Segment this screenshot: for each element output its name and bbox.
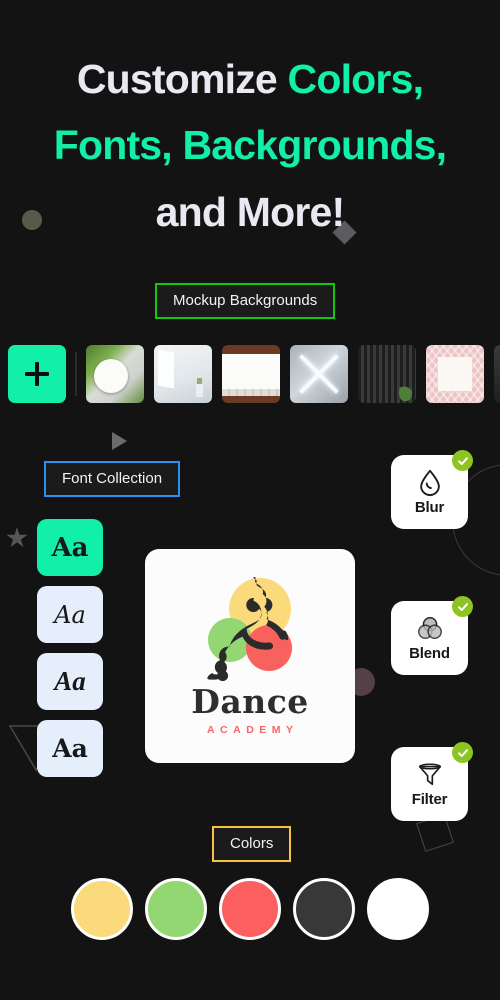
- logo-subtitle: ACADEMY: [206, 724, 299, 736]
- blur-check-badge: [452, 450, 473, 471]
- headline-word-and: and: [155, 188, 237, 235]
- selection-handle-bottom-left[interactable]: [39, 493, 48, 502]
- feature-card-list: Blur Blend Filter: [391, 450, 473, 821]
- selection-handle-top-right[interactable]: [331, 278, 340, 287]
- white-room-thumbnail[interactable]: [154, 345, 212, 403]
- font-collection-label: Font Collection: [44, 461, 181, 497]
- blend-check-badge: [452, 596, 473, 617]
- blend-feature-card[interactable]: Blend: [391, 596, 473, 675]
- three-circles-icon: [417, 616, 442, 640]
- headline-word-more: More!: [236, 188, 345, 235]
- font-collection-selection[interactable]: Font Collection: [44, 461, 181, 497]
- selection-handle-top-right[interactable]: [287, 821, 296, 830]
- font-card-2[interactable]: Aa: [37, 586, 103, 643]
- light-panel-thumbnail[interactable]: [290, 345, 348, 403]
- selection-handle-bottom-right[interactable]: [331, 315, 340, 324]
- headline-line-3: and More!: [0, 179, 500, 245]
- headline-line-1: Customize Colors,: [0, 46, 500, 112]
- headline-word-customize: Customize: [76, 56, 288, 102]
- font-card-1[interactable]: Aa: [37, 519, 103, 576]
- font-sample-label: Aa: [51, 532, 89, 563]
- swatch-red[interactable]: [219, 878, 281, 940]
- funnel-icon: [418, 763, 441, 786]
- droplet-icon: [419, 469, 440, 496]
- selection-handle-bottom-left[interactable]: [207, 858, 216, 867]
- plate-leaves-thumbnail[interactable]: [86, 345, 144, 403]
- blur-feature-card[interactable]: Blur: [391, 450, 473, 529]
- decorative-star-icon: [6, 527, 28, 548]
- dancer-logo-artwork: [207, 576, 292, 681]
- decorative-play-triangle-icon: [112, 432, 127, 450]
- selection-handle-bottom-right[interactable]: [176, 493, 185, 502]
- font-sample-label: Aa: [54, 600, 86, 629]
- font-sample-label: Aa: [54, 666, 86, 696]
- swatch-white[interactable]: [367, 878, 429, 940]
- dark-wall-thumbnail[interactable]: [494, 345, 500, 403]
- blur-feature-label: Blur: [414, 499, 445, 516]
- swatch-green[interactable]: [145, 878, 207, 940]
- font-sample-label: Aa: [52, 734, 88, 763]
- selection-handle-top-left[interactable]: [150, 278, 159, 287]
- font-sample-list: Aa Aa Aa Aa: [37, 519, 103, 777]
- colors-selection[interactable]: Colors: [212, 826, 292, 862]
- logo-preview-card[interactable]: Dance ACADEMY: [145, 549, 355, 763]
- font-card-3[interactable]: Aa: [37, 653, 103, 710]
- color-swatch-list: [0, 878, 500, 940]
- colors-label: Colors: [212, 826, 292, 862]
- mockup-backgrounds-label: Mockup Backgrounds: [155, 283, 336, 319]
- blend-feature-label: Blend: [409, 645, 450, 662]
- logo-title: Dance: [191, 682, 309, 721]
- mockup-backgrounds-selection[interactable]: Mockup Backgrounds: [155, 283, 336, 319]
- add-background-button[interactable]: [8, 345, 66, 403]
- swatch-yellow[interactable]: [71, 878, 133, 940]
- swatch-dark[interactable]: [293, 878, 355, 940]
- background-thumbnail-strip[interactable]: [0, 341, 500, 407]
- selection-handle-top-right[interactable]: [176, 456, 185, 465]
- filter-feature-label: Filter: [411, 791, 448, 808]
- selection-handle-bottom-right[interactable]: [287, 858, 296, 867]
- font-card-4[interactable]: Aa: [37, 720, 103, 777]
- filter-check-badge: [452, 742, 473, 763]
- headline-word-colors: Colors,: [287, 56, 424, 102]
- selection-handle-bottom-left[interactable]: [150, 315, 159, 324]
- dark-slats-thumbnail[interactable]: [358, 345, 416, 403]
- selection-handle-top-left[interactable]: [39, 456, 48, 465]
- headline-line-2: Fonts, Backgrounds,: [53, 122, 447, 169]
- strip-divider: [75, 352, 77, 396]
- page-title: Customize Colors, Fonts, Backgrounds, an…: [0, 46, 500, 245]
- selection-handle-top-left[interactable]: [207, 821, 216, 830]
- wood-frame-thumbnail[interactable]: [222, 345, 280, 403]
- promo-screen: Customize Colors, Fonts, Backgrounds, an…: [0, 0, 500, 1000]
- pink-palm-thumbnail[interactable]: [426, 345, 484, 403]
- filter-feature-card[interactable]: Filter: [391, 742, 473, 821]
